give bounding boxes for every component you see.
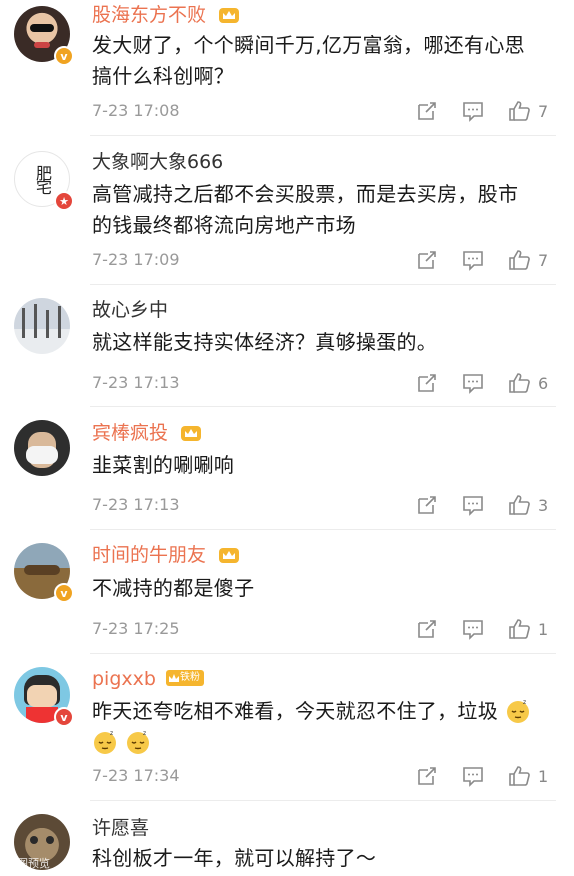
repost-icon	[418, 374, 436, 392]
comment-icon	[463, 251, 483, 271]
like-icon	[509, 619, 530, 639]
repost-button[interactable]	[416, 371, 438, 395]
crown-icon	[169, 674, 179, 682]
repost-icon	[418, 496, 436, 514]
username[interactable]: pigxxb 铁粉	[92, 668, 204, 690]
repost-button[interactable]	[416, 617, 438, 641]
repost-button[interactable]	[416, 764, 438, 788]
divider	[90, 800, 556, 801]
avatar[interactable]	[14, 298, 70, 354]
svg-text:z: z	[110, 730, 113, 737]
repost-icon	[418, 620, 436, 638]
status-badge-icon: v	[54, 707, 74, 727]
crown-icon	[181, 426, 202, 441]
comment-icon	[463, 374, 483, 394]
sleepy-emoji: z	[126, 730, 149, 754]
sleepy-emoji: z	[506, 699, 529, 723]
svg-text:z: z	[523, 699, 526, 706]
username[interactable]: 大象啊大象666	[92, 151, 223, 173]
timestamp: 7-23 17:08	[92, 101, 180, 120]
sleepy-emoji: z	[94, 730, 116, 754]
comment-text: 不减持的都是傻子	[92, 576, 255, 600]
divider	[90, 284, 556, 285]
comment-text: 韭菜割的唰唰响	[92, 453, 235, 477]
username[interactable]: 许愿喜	[92, 817, 149, 839]
timestamp: 7-23 17:34	[92, 766, 180, 785]
comment-text: 高管减持之后都不会买股票，而是去买房，股市 的钱最终都将流向房地产市场	[92, 182, 519, 237]
avatar[interactable]	[14, 420, 70, 476]
divider	[90, 406, 556, 407]
username[interactable]: 故心乡中	[92, 299, 168, 321]
avatar[interactable]: v	[14, 6, 74, 66]
username[interactable]: 宾棒疯投	[92, 422, 202, 444]
comment-icon	[463, 102, 483, 122]
timestamp: 7-23 17:25	[92, 619, 180, 638]
like-icon	[509, 495, 530, 515]
like-button[interactable]: 3	[508, 493, 548, 517]
avatar-text: 肥宅	[33, 165, 52, 193]
username[interactable]: 时间的牛朋友	[92, 544, 240, 566]
comment-button[interactable]	[462, 493, 484, 517]
comment-button[interactable]	[462, 99, 484, 123]
timestamp: 7-23 17:09	[92, 250, 180, 269]
comment-icon	[463, 496, 483, 516]
comment-button[interactable]	[462, 248, 484, 272]
comment-button[interactable]	[462, 617, 484, 641]
like-count: 6	[538, 373, 549, 393]
watermark: 大图预览	[6, 857, 50, 870]
avatar[interactable]: 肥宅 ★	[14, 151, 74, 211]
timestamp: 7-23 17:13	[92, 495, 180, 514]
like-count: 1	[538, 766, 549, 786]
avatar[interactable]: v	[14, 543, 74, 603]
comment-icon	[463, 620, 483, 640]
comment-text: 发大财了，个个瞬间千万,亿万富翁，哪还有心思 搞什么科创啊？	[92, 33, 525, 88]
like-icon	[509, 766, 530, 786]
like-button[interactable]: 6	[508, 371, 548, 395]
crown-icon	[219, 548, 240, 563]
repost-button[interactable]	[416, 248, 438, 272]
like-count: 7	[538, 250, 549, 270]
repost-button[interactable]	[416, 493, 438, 517]
comment-text: 就这样能支持实体经济？真够操蛋的。	[92, 330, 438, 354]
divider	[90, 529, 556, 530]
fan-badge: 铁粉	[166, 670, 204, 686]
status-badge-icon: ★	[54, 191, 74, 211]
comment-icon	[463, 767, 483, 787]
like-button[interactable]: 7	[508, 248, 548, 272]
like-count: 7	[538, 101, 549, 121]
divider	[90, 653, 556, 654]
repost-icon	[418, 102, 436, 120]
like-button[interactable]: 7	[508, 99, 548, 123]
repost-button[interactable]	[416, 99, 438, 123]
svg-text:z: z	[143, 730, 146, 737]
avatar[interactable]: v	[14, 667, 74, 727]
like-count: 1	[538, 619, 549, 639]
divider	[90, 135, 556, 136]
crown-icon	[219, 8, 240, 23]
comment-button[interactable]	[462, 764, 484, 788]
timestamp: 7-23 17:13	[92, 373, 180, 392]
like-button[interactable]: 1	[508, 617, 548, 641]
like-button[interactable]: 1	[508, 764, 548, 788]
like-icon	[509, 250, 530, 270]
username[interactable]: 股海东方不败	[92, 4, 240, 26]
verified-badge-icon: v	[54, 583, 74, 603]
like-icon	[509, 373, 530, 393]
repost-icon	[418, 251, 436, 269]
comment-text: 科创板才一年，就可以解持了～	[92, 846, 377, 870]
like-icon	[509, 101, 530, 121]
like-count: 3	[538, 495, 549, 515]
comment-text: 昨天还夸吃相不难看，今天就忍不住了，垃圾 z z z	[92, 696, 552, 758]
repost-icon	[418, 767, 436, 785]
comment-button[interactable]	[462, 371, 484, 395]
verified-badge-icon: v	[54, 46, 74, 66]
